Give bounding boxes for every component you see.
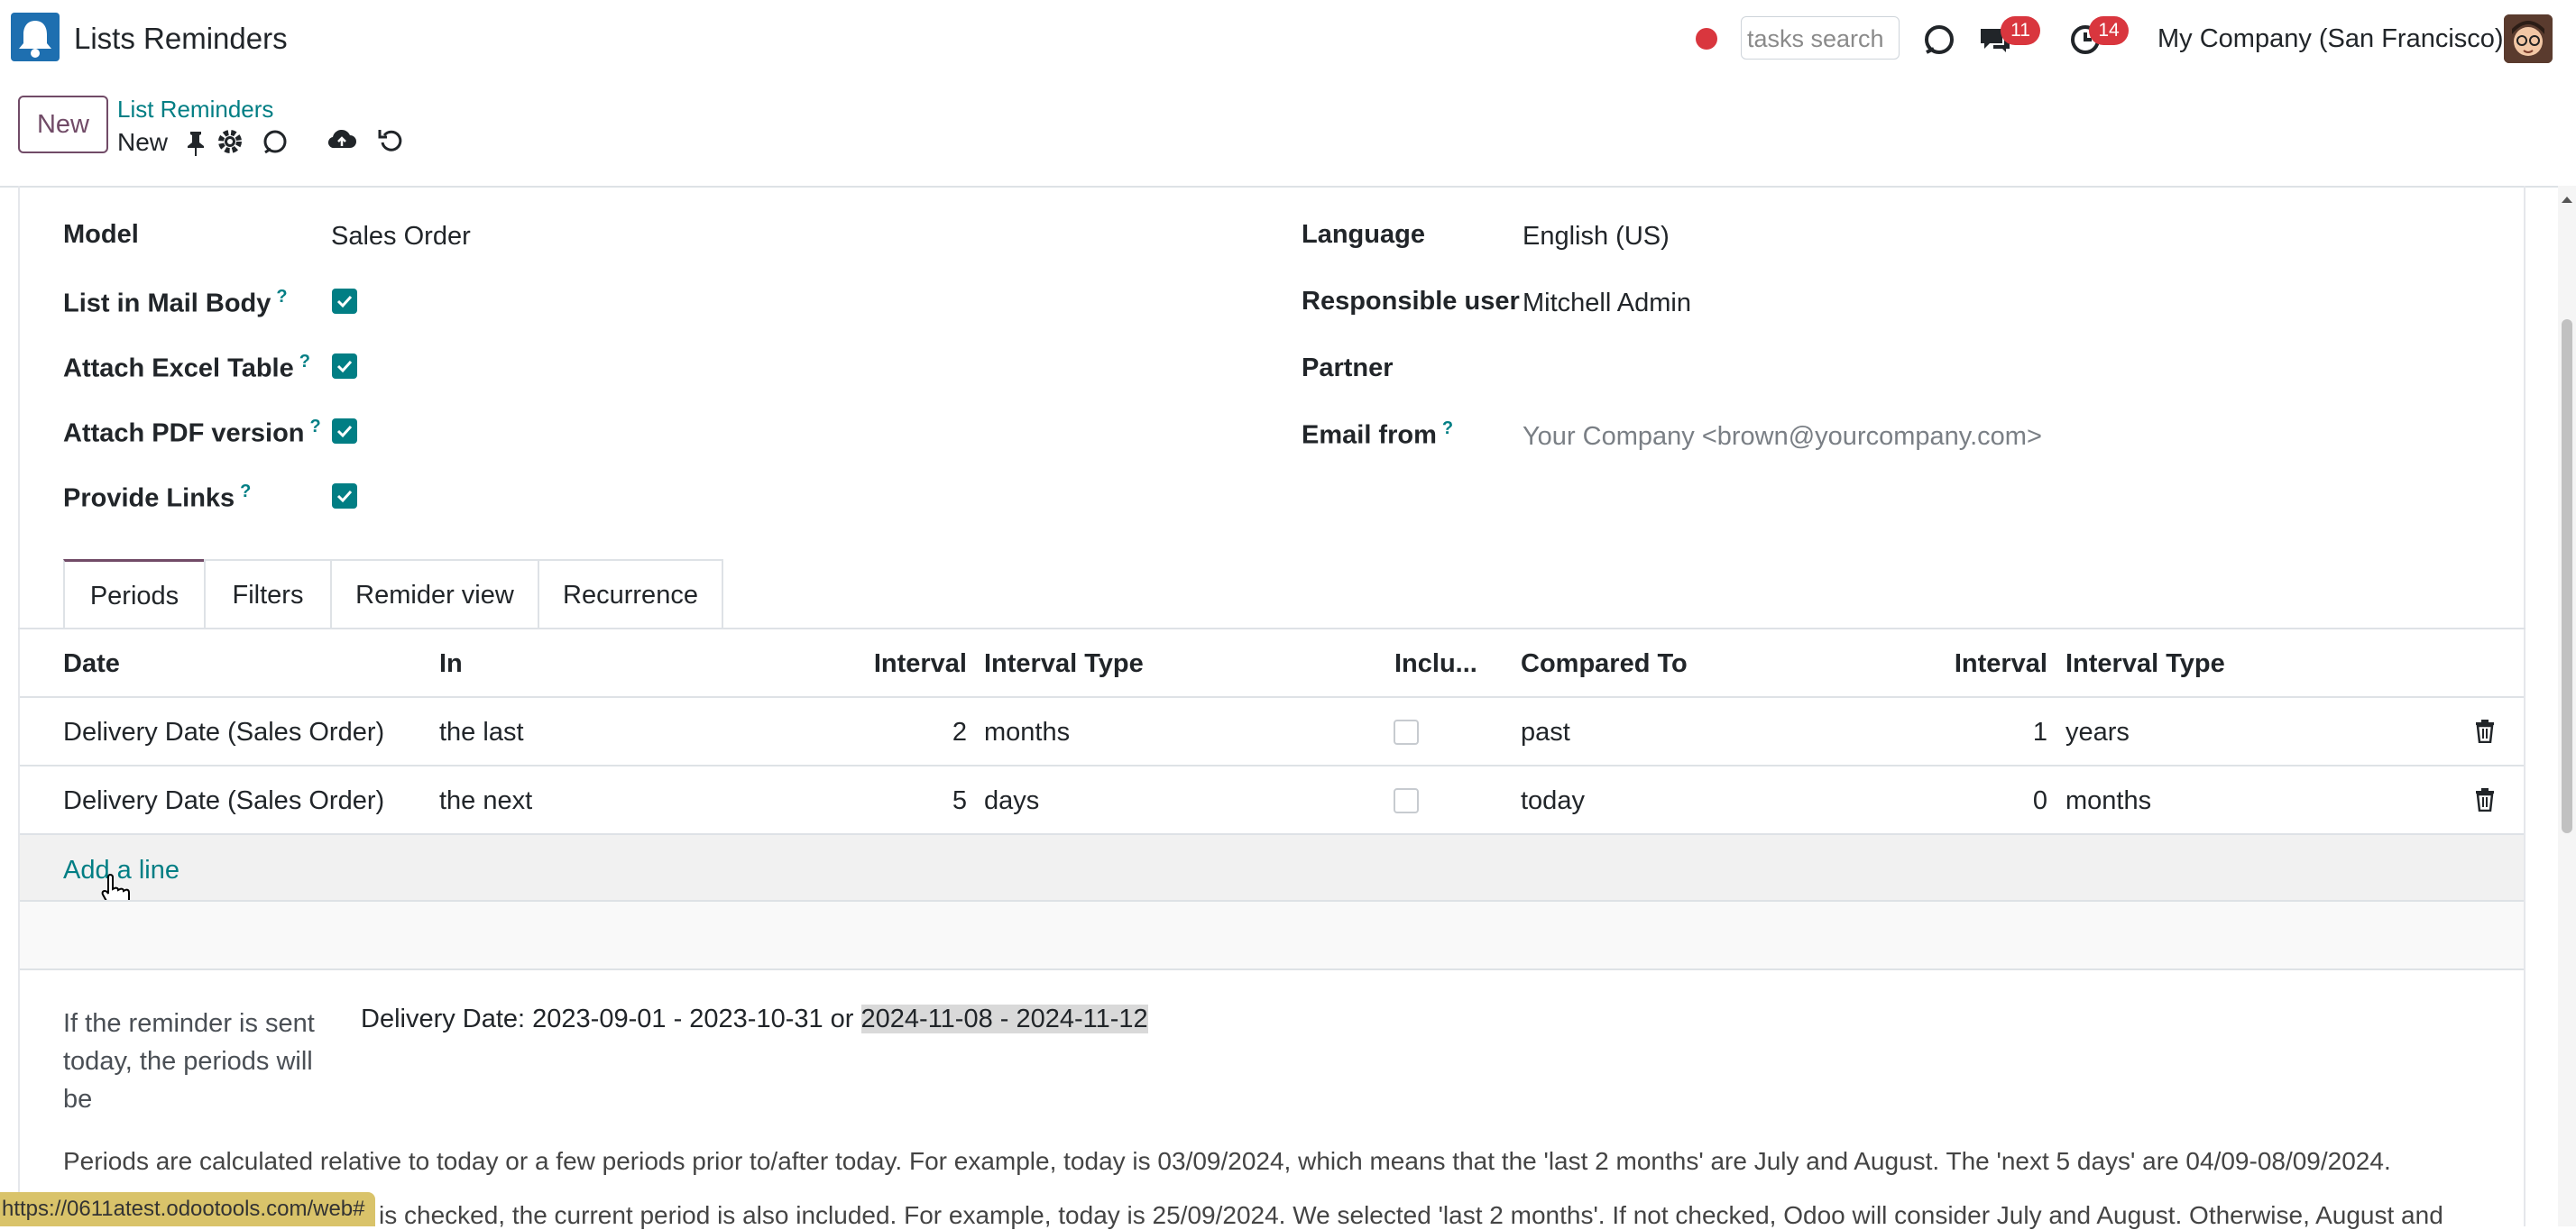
col-header-interval-type[interactable]: Interval Type: [984, 649, 1144, 679]
attach-excel-label: Attach Excel Table?: [63, 352, 310, 383]
col-header-interval-type-2[interactable]: Interval Type: [2065, 649, 2225, 679]
add-line-row[interactable]: [20, 835, 2524, 902]
highlighted-period: 2024-11-08 - 2024-11-12: [860, 1005, 1148, 1033]
cell-date[interactable]: Delivery Date (Sales Order): [63, 718, 384, 748]
tab-filters[interactable]: Filters: [204, 559, 332, 629]
provide-links-checkbox[interactable]: [332, 483, 357, 509]
scrollbar-thumb[interactable]: [2562, 319, 2572, 833]
company-switcher[interactable]: My Company (San Francisco): [2157, 24, 2504, 54]
activities-badge: 14: [2089, 16, 2129, 45]
cell-interval-2[interactable]: 1: [1921, 718, 2047, 748]
cell-interval-type[interactable]: days: [984, 786, 1039, 816]
attach-pdf-checkbox[interactable]: [332, 418, 357, 444]
breadcrumb-parent-link[interactable]: List Reminders: [117, 96, 273, 124]
provide-links-label: Provide Links?: [63, 482, 252, 513]
attach-pdf-label: Attach PDF version?: [63, 417, 321, 448]
row-divider: [20, 765, 2524, 766]
discuss-icon[interactable]: [1921, 22, 1957, 62]
pin-icon[interactable]: [184, 130, 207, 161]
help-tooltip-icon[interactable]: ?: [1442, 418, 1453, 438]
tab-periods[interactable]: Periods: [63, 559, 206, 629]
partner-field[interactable]: [1523, 353, 2424, 386]
record-indicator-icon[interactable]: [1696, 28, 1717, 50]
messages-badge: 11: [2001, 16, 2040, 45]
attach-excel-checkbox[interactable]: [332, 353, 357, 379]
col-header-date[interactable]: Date: [63, 649, 120, 679]
cell-in[interactable]: the next: [439, 786, 532, 816]
trash-icon[interactable]: [2475, 788, 2495, 816]
include-help-note: is checked, the current period is also i…: [379, 1201, 2443, 1229]
col-header-include[interactable]: Inclu...: [1394, 649, 1477, 679]
language-value[interactable]: English (US): [1523, 222, 1670, 252]
help-tooltip-icon[interactable]: ?: [310, 417, 321, 436]
header-divider: [20, 696, 2524, 698]
sheet-left-border: [18, 186, 20, 1226]
tabs-underline: [18, 628, 2525, 629]
help-tooltip-icon[interactable]: ?: [276, 287, 287, 307]
save-cloud-icon[interactable]: [327, 126, 357, 158]
help-tooltip-icon[interactable]: ?: [240, 482, 251, 501]
cell-interval-type-2[interactable]: years: [2065, 718, 2130, 748]
gear-icon[interactable]: [216, 128, 244, 160]
responsible-user-label: Responsible user: [1302, 287, 1520, 316]
list-in-body-checkbox[interactable]: [332, 289, 357, 314]
help-tooltip-icon[interactable]: ?: [299, 352, 310, 372]
cell-interval-2[interactable]: 0: [1921, 786, 2047, 816]
col-header-interval-2[interactable]: Interval: [1921, 649, 2047, 679]
cell-interval-type-2[interactable]: months: [2065, 786, 2151, 816]
col-header-compared-to[interactable]: Compared To: [1521, 649, 1688, 679]
periods-summary-text: Delivery Date: 2023-09-01 - 2023-10-31 o…: [361, 1005, 1148, 1033]
tab-recurrence[interactable]: Recurrence: [538, 559, 723, 629]
new-record-button[interactable]: New: [18, 96, 108, 153]
breadcrumb-current: New: [117, 128, 169, 156]
cell-include-checkbox[interactable]: [1394, 788, 1419, 813]
cell-date[interactable]: Delivery Date (Sales Order): [63, 786, 384, 816]
cell-interval[interactable]: 2: [839, 718, 967, 748]
cell-compared-to[interactable]: today: [1521, 786, 1585, 816]
top-navbar: Lists Reminders tasks search 11 14 My Co…: [0, 0, 2576, 83]
cell-include-checkbox[interactable]: [1394, 720, 1419, 745]
bell-app-icon[interactable]: [11, 13, 60, 61]
tasks-search-input[interactable]: tasks search: [1741, 16, 1900, 60]
scroll-up-arrow-icon[interactable]: [2560, 193, 2574, 209]
cell-in[interactable]: the last: [439, 718, 524, 748]
trash-icon[interactable]: [2475, 720, 2495, 748]
responsible-user-value[interactable]: Mitchell Admin: [1523, 289, 1691, 318]
sheet-top-border: [0, 186, 2576, 188]
link-preview-status: https://0611atest.odootools.com/web#: [0, 1192, 376, 1226]
periods-summary-label: If the reminder is sent today, the perio…: [63, 1009, 315, 1114]
sheet-right-border: [2524, 186, 2525, 1226]
discuss-chatter-icon[interactable]: [262, 128, 289, 160]
email-from-field[interactable]: Your Company <brown@yourcompany.com>: [1523, 422, 2042, 452]
cell-interval[interactable]: 5: [839, 786, 967, 816]
list-in-body-label: List in Mail Body?: [63, 287, 288, 318]
tab-reminder-view[interactable]: Remider view: [330, 559, 539, 629]
col-header-in[interactable]: In: [439, 649, 463, 679]
partner-label: Partner: [1302, 353, 1394, 382]
empty-row: [20, 902, 2524, 970]
table-bottom-border: [20, 968, 2524, 970]
periods-help-note: Periods are calculated relative to today…: [63, 1147, 2391, 1175]
cell-compared-to[interactable]: past: [1521, 718, 1570, 748]
app-title[interactable]: Lists Reminders: [74, 22, 288, 56]
col-header-interval[interactable]: Interval: [839, 649, 967, 679]
email-from-label: Email from?: [1302, 418, 1454, 450]
model-value[interactable]: Sales Order: [331, 222, 471, 252]
discard-undo-icon[interactable]: [377, 126, 404, 158]
cell-interval-type[interactable]: months: [984, 718, 1070, 748]
language-label: Language: [1302, 220, 1425, 249]
model-label: Model: [63, 220, 139, 249]
user-avatar[interactable]: [2504, 14, 2553, 63]
